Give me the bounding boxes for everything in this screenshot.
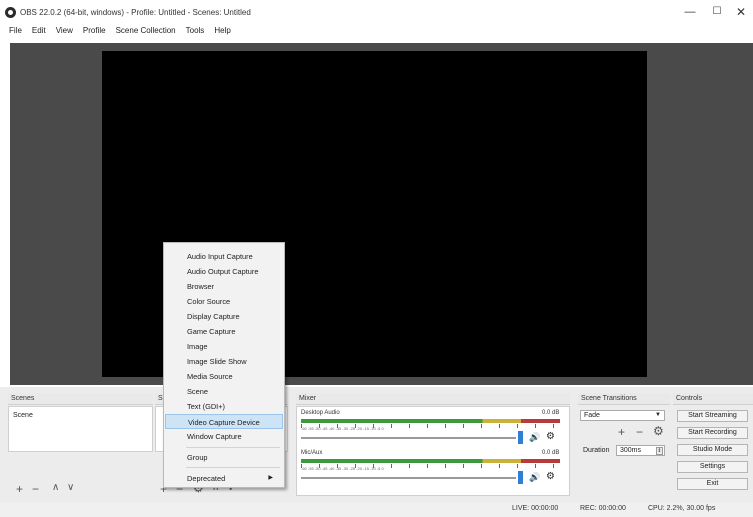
menu-help[interactable]: Help: [209, 24, 235, 39]
mic-aux-label: Mic/Aux: [301, 450, 323, 456]
menu-view[interactable]: View: [51, 24, 78, 39]
desktop-audio-gear-icon[interactable]: ⚙: [546, 431, 555, 442]
settings-button[interactable]: Settings: [677, 461, 748, 473]
scene-list-item[interactable]: Scene: [10, 411, 150, 422]
transition-select[interactable]: Fade ▼: [580, 410, 665, 421]
studio-mode-button[interactable]: Studio Mode: [677, 444, 748, 456]
menu-item-display-capture[interactable]: Display Capture: [165, 309, 283, 324]
duration-value: 300ms: [620, 447, 642, 454]
transitions-header: Scene Transitions: [578, 393, 670, 405]
status-bar: [0, 502, 753, 517]
obs-logo-icon: [5, 7, 16, 18]
add-source-context-menu: Audio Input Capture Audio Output Capture…: [163, 242, 285, 488]
menu-tools[interactable]: Tools: [181, 24, 210, 39]
duration-input[interactable]: 300ms ⇕: [616, 445, 665, 456]
menu-item-group[interactable]: Group: [165, 450, 283, 465]
menu-item-audio-input-capture[interactable]: Audio Input Capture: [165, 249, 283, 264]
menu-separator: [186, 467, 280, 468]
duration-label: Duration: [583, 447, 610, 454]
duration-spinner-icon[interactable]: ⇕: [656, 447, 663, 455]
desktop-audio-scale: -60 -55 -50 -45 -40 -35 -30 -25 -20 -15 …: [301, 426, 384, 431]
remove-scene-button[interactable]: −: [32, 482, 39, 496]
mixer-header: Mixer: [296, 393, 570, 405]
rec-status: REC: 00:00:00: [580, 505, 626, 512]
mic-aux-gear-icon[interactable]: ⚙: [546, 471, 555, 482]
menu-item-text-gdi[interactable]: Text (GDI+): [165, 399, 283, 414]
exit-button[interactable]: Exit: [677, 478, 748, 490]
menu-item-audio-output-capture[interactable]: Audio Output Capture: [165, 264, 283, 279]
menu-item-color-source[interactable]: Color Source: [165, 294, 283, 309]
close-button[interactable]: ✕: [729, 4, 753, 20]
menu-profile[interactable]: Profile: [78, 24, 111, 39]
menu-item-window-capture[interactable]: Window Capture: [165, 429, 283, 444]
start-recording-button[interactable]: Start Recording: [677, 427, 748, 439]
menu-item-video-capture-device[interactable]: Video Capture Device: [165, 414, 283, 429]
menu-file[interactable]: File: [4, 24, 27, 39]
desktop-audio-db: 0.0 dB: [542, 410, 560, 416]
scenes-header: Scenes: [8, 393, 153, 405]
title-bar: OBS 22.0.2 (64-bit, windows) - Profile: …: [0, 0, 753, 26]
add-transition-button[interactable]: +: [618, 425, 625, 439]
menu-item-browser[interactable]: Browser: [165, 279, 283, 294]
move-scene-down-icon[interactable]: ∨: [67, 482, 74, 493]
menu-scene-collection[interactable]: Scene Collection: [111, 24, 181, 39]
desktop-audio-volume-track: [301, 437, 516, 439]
live-status: LIVE: 00:00:00: [512, 505, 559, 512]
cpu-status: CPU: 2.2%, 30.00 fps: [648, 505, 716, 512]
start-streaming-button[interactable]: Start Streaming: [677, 410, 748, 422]
submenu-arrow-icon: ▶: [268, 475, 273, 481]
mic-aux-volume-track: [301, 477, 516, 479]
mic-aux-meter: [301, 459, 560, 463]
controls-header: Controls: [673, 393, 753, 405]
menu-edit[interactable]: Edit: [27, 24, 51, 39]
mic-aux-db: 0.0 dB: [542, 450, 560, 456]
menu-item-deprecated-label: Deprecated: [187, 474, 226, 483]
desktop-audio-volume-slider[interactable]: [518, 431, 523, 444]
menu-separator: [186, 447, 280, 448]
menu-item-image[interactable]: Image: [165, 339, 283, 354]
mic-aux-speaker-icon[interactable]: 🔊: [529, 472, 540, 483]
menu-item-scene[interactable]: Scene: [165, 384, 283, 399]
transition-selected-value: Fade: [584, 412, 600, 419]
menu-item-image-slide-show[interactable]: Image Slide Show: [165, 354, 283, 369]
chevron-down-icon: ▼: [655, 412, 661, 418]
transition-gear-icon[interactable]: ⚙: [653, 424, 664, 438]
menu-item-media-source[interactable]: Media Source: [165, 369, 283, 384]
mic-aux-volume-slider[interactable]: [518, 471, 523, 484]
desktop-audio-label: Desktop Audio: [301, 410, 340, 416]
maximize-button[interactable]: ☐: [705, 4, 729, 20]
desktop-audio-meter: [301, 419, 560, 423]
remove-transition-button[interactable]: −: [636, 425, 643, 439]
menu-item-game-capture[interactable]: Game Capture: [165, 324, 283, 339]
move-scene-up-icon[interactable]: ∧: [52, 482, 59, 493]
desktop-audio-speaker-icon[interactable]: 🔊: [529, 432, 540, 443]
minimize-button[interactable]: —: [678, 4, 702, 20]
add-scene-button[interactable]: +: [16, 482, 23, 496]
mic-aux-scale: -60 -55 -50 -45 -40 -35 -30 -25 -20 -15 …: [301, 466, 384, 471]
menu-item-deprecated[interactable]: Deprecated ▶: [165, 471, 283, 486]
window-title: OBS 22.0.2 (64-bit, windows) - Profile: …: [20, 8, 251, 17]
menu-bar: File Edit View Profile Scene Collection …: [0, 24, 753, 39]
